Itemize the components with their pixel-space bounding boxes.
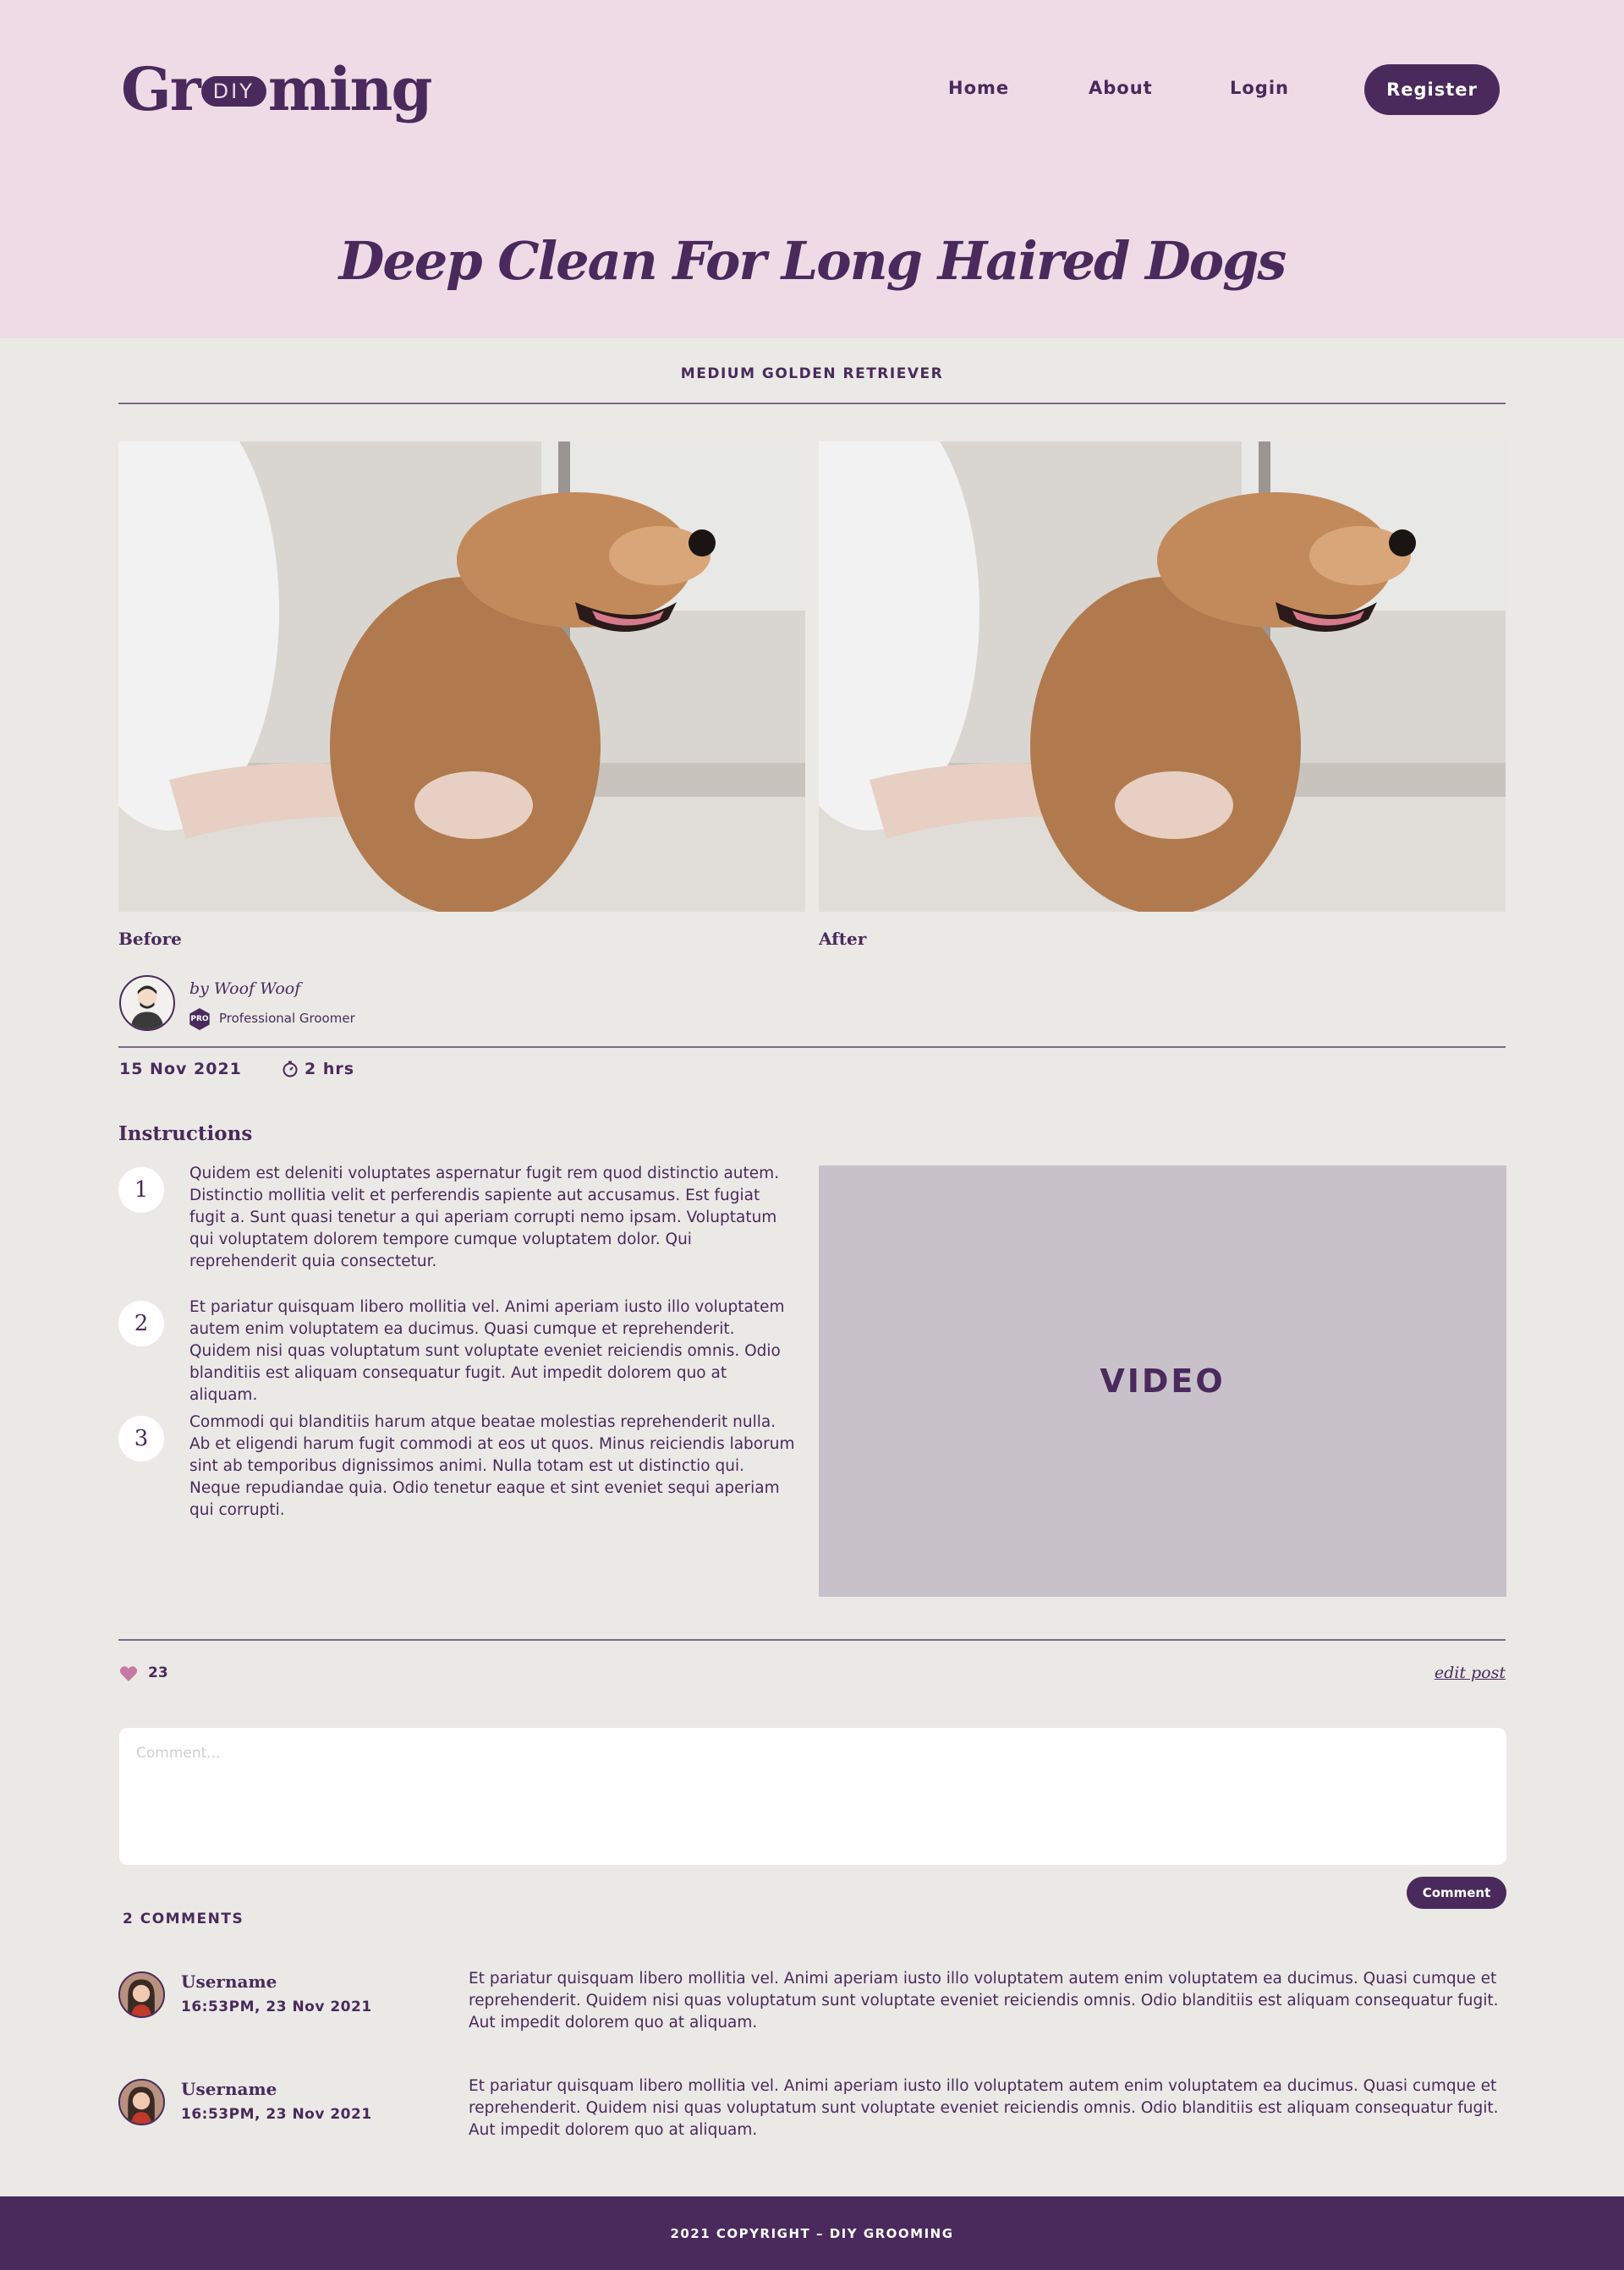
step-number: 2 (118, 1301, 164, 1346)
logo-pill: DIY (200, 76, 266, 107)
author-avatar[interactable] (119, 975, 175, 1031)
footer: 2021 COPYRIGHT – DIY GROOMING (0, 2196, 1624, 2270)
breed-label: MEDIUM GOLDEN RETRIEVER (680, 365, 944, 382)
author-role: Professional Groomer (219, 1011, 355, 1026)
author-name[interactable]: by Woof Woof (189, 979, 300, 998)
step-text: Et pariatur quisquam libero mollitia vel… (189, 1298, 785, 1404)
after-photo (819, 441, 1506, 912)
divider (118, 1046, 1506, 1048)
step-number: 3 (118, 1416, 164, 1461)
commenter-avatar[interactable] (118, 1971, 165, 2018)
comment-username[interactable]: Username (181, 2079, 277, 2099)
nav-login[interactable]: Login (1230, 78, 1289, 98)
instructions-title: Instructions (118, 1122, 253, 1145)
step-number: 1 (118, 1167, 164, 1213)
copyright-text: 2021 COPYRIGHT – DIY GROOMING (670, 2225, 954, 2241)
after-caption: After (819, 929, 867, 949)
comment-time: 16:53PM, 23 Nov 2021 (181, 1999, 372, 2015)
nav-about[interactable]: About (1089, 78, 1153, 98)
step-text: Quidem est deleniti voluptates aspernatu… (189, 1165, 780, 1270)
logo[interactable]: Gr DIY ming (121, 51, 432, 127)
comment-username[interactable]: Username (181, 1971, 277, 1992)
register-button[interactable]: Register (1364, 64, 1500, 115)
before-photo (118, 441, 805, 912)
comment-submit-button[interactable]: Comment (1407, 1877, 1506, 1909)
nav-home[interactable]: Home (948, 78, 1009, 98)
divider (118, 403, 1506, 404)
comment-time: 16:53PM, 23 Nov 2021 (181, 2106, 372, 2123)
post-date: 15 Nov 2021 (119, 1060, 242, 1078)
edit-post-link[interactable]: edit post (1435, 1664, 1506, 1682)
comment-input[interactable] (119, 1728, 1506, 1865)
post-duration: 2 hrs (304, 1060, 355, 1078)
comments-count: 2 COMMENTS (123, 1911, 244, 1927)
logo-text-left: Gr (121, 53, 201, 124)
video-player[interactable]: VIDEO (819, 1165, 1506, 1597)
commenter-avatar[interactable] (118, 2079, 165, 2125)
comment-text: Et pariatur quisquam libero mollitia vel… (469, 2077, 1499, 2139)
comment-text: Et pariatur quisquam libero mollitia vel… (469, 1970, 1499, 2031)
before-caption: Before (118, 929, 182, 949)
pro-badge-icon: PRO (189, 1008, 210, 1030)
heart-icon[interactable] (119, 1665, 138, 1682)
logo-text-right: ming (267, 53, 432, 124)
divider (118, 1639, 1506, 1641)
step-text: Commodi qui blanditiis harum atque beata… (189, 1413, 795, 1519)
page-title: Deep Clean For Long Haired Dogs (338, 230, 1287, 292)
timer-icon (283, 1061, 298, 1077)
header: Gr DIY ming Home About Login Register De… (0, 0, 1624, 338)
likes-count: 23 (148, 1664, 168, 1681)
